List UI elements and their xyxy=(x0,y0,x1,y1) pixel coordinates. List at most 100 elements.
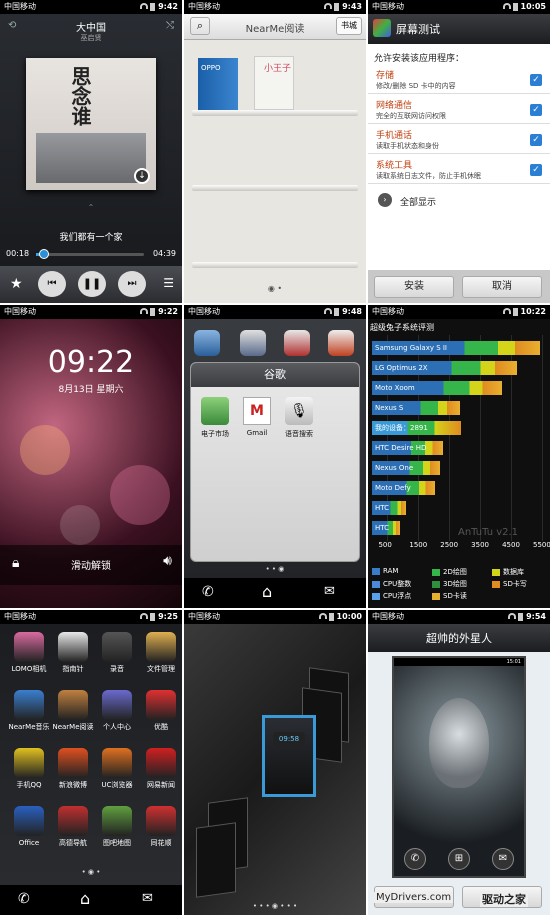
permission-item[interactable]: 系统工具 读取系统日志文件，防止手机休眠 ✓ xyxy=(368,156,550,184)
cancel-button[interactable]: 取消 xyxy=(462,276,542,298)
app-icon[interactable] xyxy=(58,632,88,662)
app-icon[interactable] xyxy=(328,330,354,356)
seek-bar[interactable] xyxy=(36,249,144,259)
app-icon[interactable] xyxy=(102,748,132,778)
wifi-icon xyxy=(324,308,333,314)
chart-bar: Samsung Galaxy S II xyxy=(372,341,541,355)
app-icon[interactable] xyxy=(58,748,88,778)
next-button[interactable]: ⏭ xyxy=(118,271,146,297)
wifi-icon xyxy=(324,3,333,9)
phone-icon[interactable]: ✆ xyxy=(404,848,426,870)
permission-item[interactable]: 网络通信 完全的互联网访问权限 ✓ xyxy=(368,96,550,124)
bokeh-light xyxy=(60,505,100,545)
apps-grid-icon[interactable]: ⊞ xyxy=(448,848,470,870)
playlist-icon[interactable]: ☰ xyxy=(163,276,174,290)
battery-icon xyxy=(150,612,156,621)
carrier-label: 中国移动 xyxy=(372,612,404,621)
pause-button[interactable]: ❚❚ xyxy=(78,271,106,297)
legend-label: 3D绘图 xyxy=(443,580,467,588)
seek-knob[interactable] xyxy=(38,249,49,259)
phone-icon[interactable]: ✆ xyxy=(202,584,214,600)
bar-label: Nexus One xyxy=(375,464,414,472)
theme-header: 超帅的外星人 xyxy=(368,624,550,652)
legend-swatch xyxy=(372,567,380,575)
legend-label: 2D绘图 xyxy=(443,568,467,576)
app-icon[interactable] xyxy=(58,806,88,836)
favorite-icon[interactable]: ★ xyxy=(10,276,23,292)
chart-bar: Nexus S xyxy=(372,401,461,415)
permission-title: 手机通话 xyxy=(376,131,413,141)
sound-icon[interactable]: 🔊︎ xyxy=(163,553,172,569)
bar-label: HTC Hero xyxy=(375,504,390,512)
phone-icon[interactable]: ✆ xyxy=(18,891,30,907)
music-player-screen: 中国移动 9:42 ⟲ ⤭ 大中国 巫启贤 思念谁 ↓ ⌃ 我们都有一个家 00:… xyxy=(0,0,182,303)
app-icon[interactable] xyxy=(194,330,220,356)
app-label: NearMe音乐 xyxy=(8,723,50,731)
chart-bar: HTC Desire HD xyxy=(372,441,444,455)
lyrics-toggle-icon[interactable]: ⌃ xyxy=(0,203,182,212)
status-time: 9:48 xyxy=(342,307,362,316)
book-oppo[interactable]: OPPO xyxy=(198,58,238,110)
app-icon[interactable] xyxy=(102,690,132,720)
app-icon[interactable] xyxy=(14,806,44,836)
permission-checkbox[interactable]: ✓ xyxy=(530,134,542,146)
message-icon[interactable]: ✉ xyxy=(324,584,335,599)
store-button[interactable]: 书城 xyxy=(336,17,362,35)
download-icon[interactable]: ↓ xyxy=(134,168,150,184)
app-icon[interactable] xyxy=(14,690,44,720)
install-button[interactable]: 安装 xyxy=(374,276,454,298)
control-bar: ★ ⏮ ❚❚ ⏭ ☰ xyxy=(0,266,182,303)
app-icon[interactable] xyxy=(146,632,176,662)
market-icon[interactable] xyxy=(201,397,229,425)
selected-screen-thumbnail[interactable]: 09:58 xyxy=(262,715,316,797)
permission-checkbox[interactable]: ✓ xyxy=(530,74,542,86)
unlock-bar[interactable]: 🔒︎ 滑动解锁 🔊︎ xyxy=(0,545,182,585)
legend-label: SD卡写 xyxy=(503,580,527,588)
app-icon[interactable] xyxy=(146,748,176,778)
app-title: NearMe阅读 xyxy=(245,24,305,35)
permission-checkbox[interactable]: ✓ xyxy=(530,104,542,116)
app-icon[interactable] xyxy=(14,748,44,778)
bar-label: Samsung Galaxy S II xyxy=(375,344,447,352)
album-cover: 思念谁 ↓ xyxy=(26,58,156,190)
app-icon[interactable] xyxy=(146,690,176,720)
search-icon[interactable]: ⌕ xyxy=(190,17,210,35)
x-tick-label: 500 xyxy=(378,541,392,549)
gmail-icon[interactable]: M xyxy=(243,397,271,425)
shelf xyxy=(192,110,358,116)
book-little-prince[interactable]: 小王子 xyxy=(254,56,294,110)
page-indicator: • ◉ • xyxy=(81,868,101,876)
app-icon[interactable] xyxy=(58,690,88,720)
legend-item: SD卡读 xyxy=(432,591,467,601)
app-icon[interactable] xyxy=(14,632,44,662)
screen-thumbnail[interactable] xyxy=(196,822,236,898)
lock-icon: 🔒︎ xyxy=(12,555,20,571)
chart-title: 超级兔子系统评测 xyxy=(370,323,434,332)
app-icon[interactable] xyxy=(102,632,132,662)
message-icon[interactable]: ✉ xyxy=(492,848,514,870)
reader-header: ⌕ NearMe阅读 书城 xyxy=(184,14,366,40)
chart-bar: Nexus One xyxy=(372,461,440,475)
folder-title: 谷歌 xyxy=(191,363,359,387)
permission-item[interactable]: 手机通话 读取手机状态和身份 ✓ xyxy=(368,126,550,154)
show-all-link[interactable]: 全部显示 xyxy=(400,195,436,208)
app-label: Office xyxy=(18,839,40,847)
app-label: NearMe阅读 xyxy=(52,723,94,731)
home-icon[interactable]: ⌂ xyxy=(262,582,272,601)
expand-icon[interactable]: › xyxy=(378,193,392,207)
permission-desc: 完全的互联网访问权限 xyxy=(376,112,446,120)
legend-swatch xyxy=(372,580,380,588)
app-icon[interactable] xyxy=(146,806,176,836)
shelf xyxy=(192,185,358,191)
app-icon[interactable] xyxy=(240,330,266,356)
app-icon[interactable] xyxy=(102,806,132,836)
message-icon[interactable]: ✉ xyxy=(142,891,153,906)
previous-button[interactable]: ⏮ xyxy=(38,271,66,297)
permission-item[interactable]: 存储 修改/删除 SD 卡中的内容 ✓ xyxy=(368,66,550,94)
bar-label: 我的设备：2891 xyxy=(375,424,428,432)
permission-checkbox[interactable]: ✓ xyxy=(530,164,542,176)
app-label: LOMO相机 xyxy=(11,665,47,673)
app-icon[interactable] xyxy=(284,330,310,356)
microphone-icon[interactable]: 🎙︎ xyxy=(285,397,313,425)
home-icon[interactable]: ⌂ xyxy=(80,889,90,908)
